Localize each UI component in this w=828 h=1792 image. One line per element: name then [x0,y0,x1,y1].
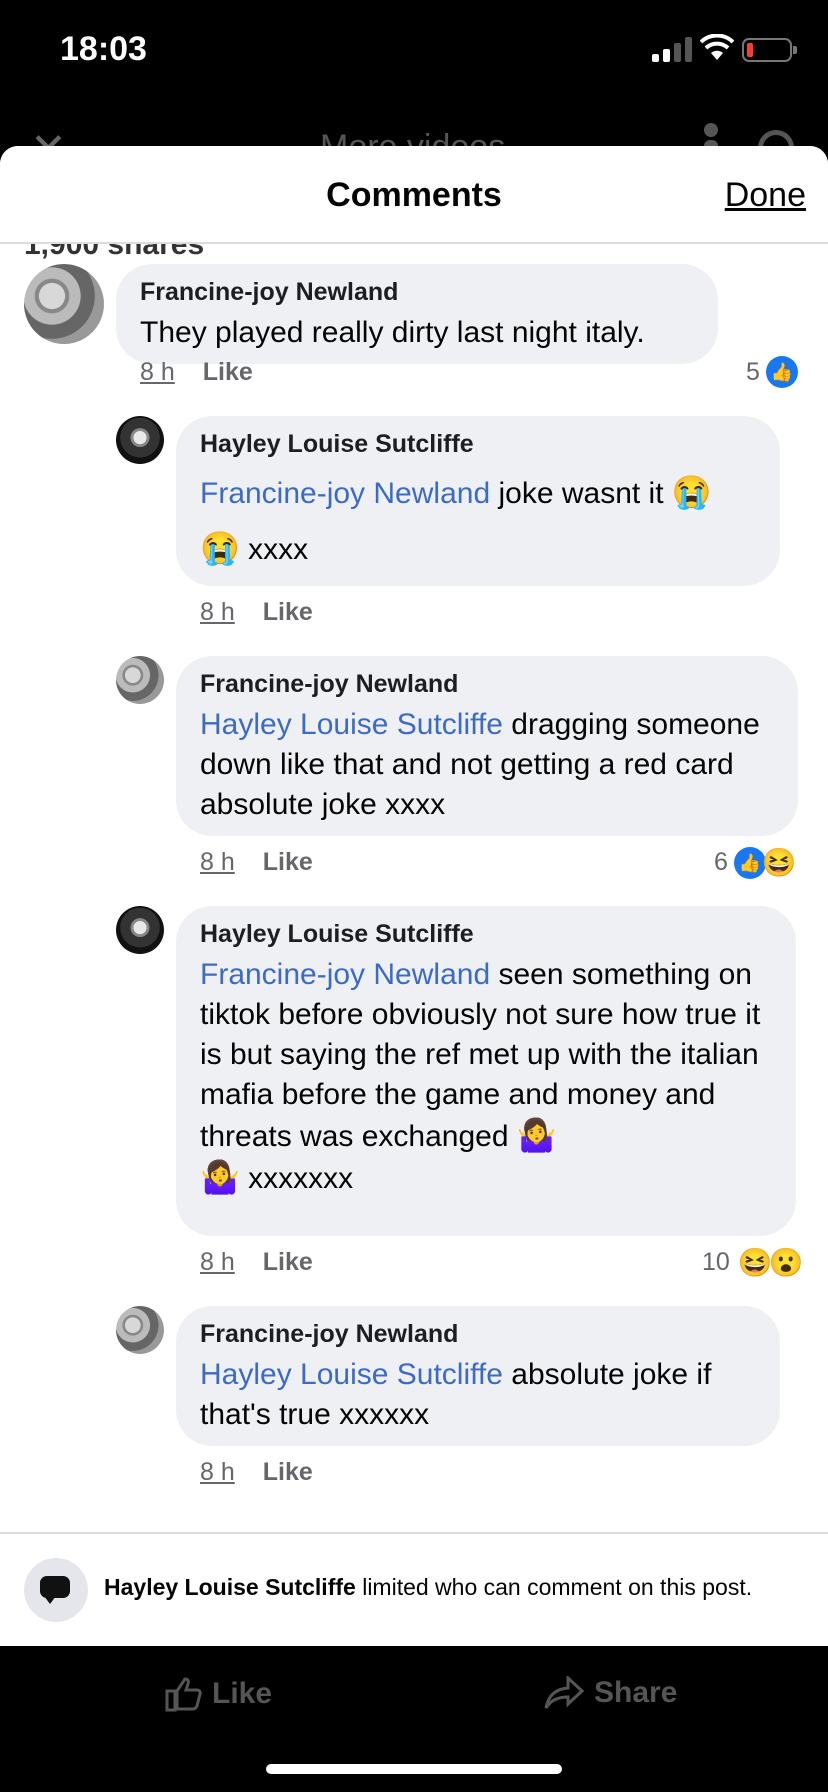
comment-meta: 8 h Like [200,598,313,627]
share-action-label: Share [594,1676,678,1709]
reply: Hayley Louise Sutcliffe Francine-joy New… [0,416,828,656]
comment-bubble[interactable]: Hayley Louise Sutcliffe Francine-joy New… [176,416,780,586]
thumbs-up-icon: 👍 [765,356,798,388]
share-icon [544,1676,584,1709]
comment-text: They played really dirty last night ital… [140,316,645,349]
surprised-emoji-icon: 😮 [768,1247,804,1278]
status-bar: 18:03 [0,0,828,100]
share-action-button[interactable]: Share [544,1676,677,1710]
avatar[interactable] [116,416,164,464]
like-button[interactable]: Like [263,598,313,626]
like-button[interactable]: Like [203,358,253,386]
like-action-button[interactable]: Like [164,1676,272,1712]
comment-meta: 8 h Like [200,1248,313,1277]
sheet-title: Comments [326,176,502,214]
comment-author[interactable]: Francine-joy Newland [140,278,696,307]
reply: Francine-joy Newland Hayley Louise Sutcl… [0,656,828,906]
comment-restriction-notice: Hayley Louise Sutcliffe limited who can … [0,1532,828,1646]
mention-link[interactable]: Francine-joy Newland [200,477,490,510]
home-indicator[interactable] [266,1764,562,1774]
comment-text: Hayley Louise Sutcliffe absolute joke if… [200,1358,712,1431]
comment-text: Hayley Louise Sutcliffe dragging someone… [200,708,760,821]
comment-text: Francine-joy Newland seen something on t… [200,958,761,1195]
status-time: 18:03 [60,30,147,68]
reaction-summary[interactable]: 5 👍 [746,356,798,388]
avatar[interactable] [24,264,104,344]
sheet-header: Comments Done [0,146,828,244]
reaction-summary[interactable]: 10 😆 😮 [702,1246,804,1279]
comment-bubble[interactable]: Francine-joy Newland Hayley Louise Sutcl… [176,656,798,836]
comments-list[interactable]: Francine-joy Newland They played really … [0,246,828,1646]
comment: Francine-joy Newland They played really … [0,246,828,416]
comment-author[interactable]: Hayley Louise Sutcliffe [200,430,758,459]
notice-text: Hayley Louise Sutcliffe limited who can … [104,1574,753,1600]
reaction-count: 6 [714,848,728,876]
laughing-emoji-icon: 😆 [737,1247,773,1278]
crying-emoji-icon: 😭 [200,530,240,566]
comment-bubble[interactable]: Hayley Louise Sutcliffe Francine-joy New… [176,906,796,1236]
comment-bubble[interactable]: Francine-joy Newland Hayley Louise Sutcl… [176,1306,780,1446]
comment-time[interactable]: 8 h [140,358,175,386]
comment-meta: 8 h Like [200,1458,313,1487]
mention-link[interactable]: Hayley Louise Sutcliffe [200,708,503,741]
mention-link[interactable]: Hayley Louise Sutcliffe [200,1358,503,1391]
crying-emoji-icon: 😭 [671,474,712,510]
shrug-emoji-icon: 🤷‍♀️ [516,1117,557,1153]
like-button[interactable]: Like [263,1248,313,1276]
reaction-count: 5 [746,357,760,386]
comment-author[interactable]: Hayley Louise Sutcliffe [200,920,774,949]
avatar[interactable] [116,1306,164,1354]
comment-text: Francine-joy Newland joke wasnt it 😭 😭 x… [200,474,712,566]
reply: Hayley Louise Sutcliffe Francine-joy New… [0,906,828,1306]
avatar[interactable] [116,656,164,704]
speech-bubble-icon [24,1558,88,1622]
signal-icon [652,36,692,62]
comment-time[interactable]: 8 h [200,598,235,626]
comments-sheet: Comments Done 1,900 shares Francine-joy … [0,146,828,1646]
reaction-summary[interactable]: 6 👍 😆 [714,846,797,879]
like-button[interactable]: Like [263,1458,313,1486]
shrug-emoji-icon: 🤷‍♀️ [200,1159,240,1195]
done-button[interactable]: Done [725,176,806,215]
comment-bubble[interactable]: Francine-joy Newland They played really … [116,264,718,364]
battery-icon [742,38,797,62]
like-action-label: Like [212,1677,273,1710]
comment-time[interactable]: 8 h [200,848,235,876]
reply: Francine-joy Newland Hayley Louise Sutcl… [0,1306,828,1506]
comment-time[interactable]: 8 h [200,1458,235,1486]
comment-author[interactable]: Francine-joy Newland [200,1320,758,1349]
comment-meta: 8 h Like [200,848,313,877]
comment-time[interactable]: 8 h [200,1248,235,1276]
avatar[interactable] [116,906,164,954]
wifi-icon [700,34,734,60]
comment-meta: 8 h Like [140,358,253,387]
laughing-emoji-icon: 😆 [761,847,797,878]
like-button[interactable]: Like [263,848,313,876]
thumbs-up-icon [165,1677,202,1712]
reaction-count: 10 [702,1248,730,1276]
comment-author[interactable]: Francine-joy Newland [200,670,776,699]
mention-link[interactable]: Francine-joy Newland [200,958,490,991]
